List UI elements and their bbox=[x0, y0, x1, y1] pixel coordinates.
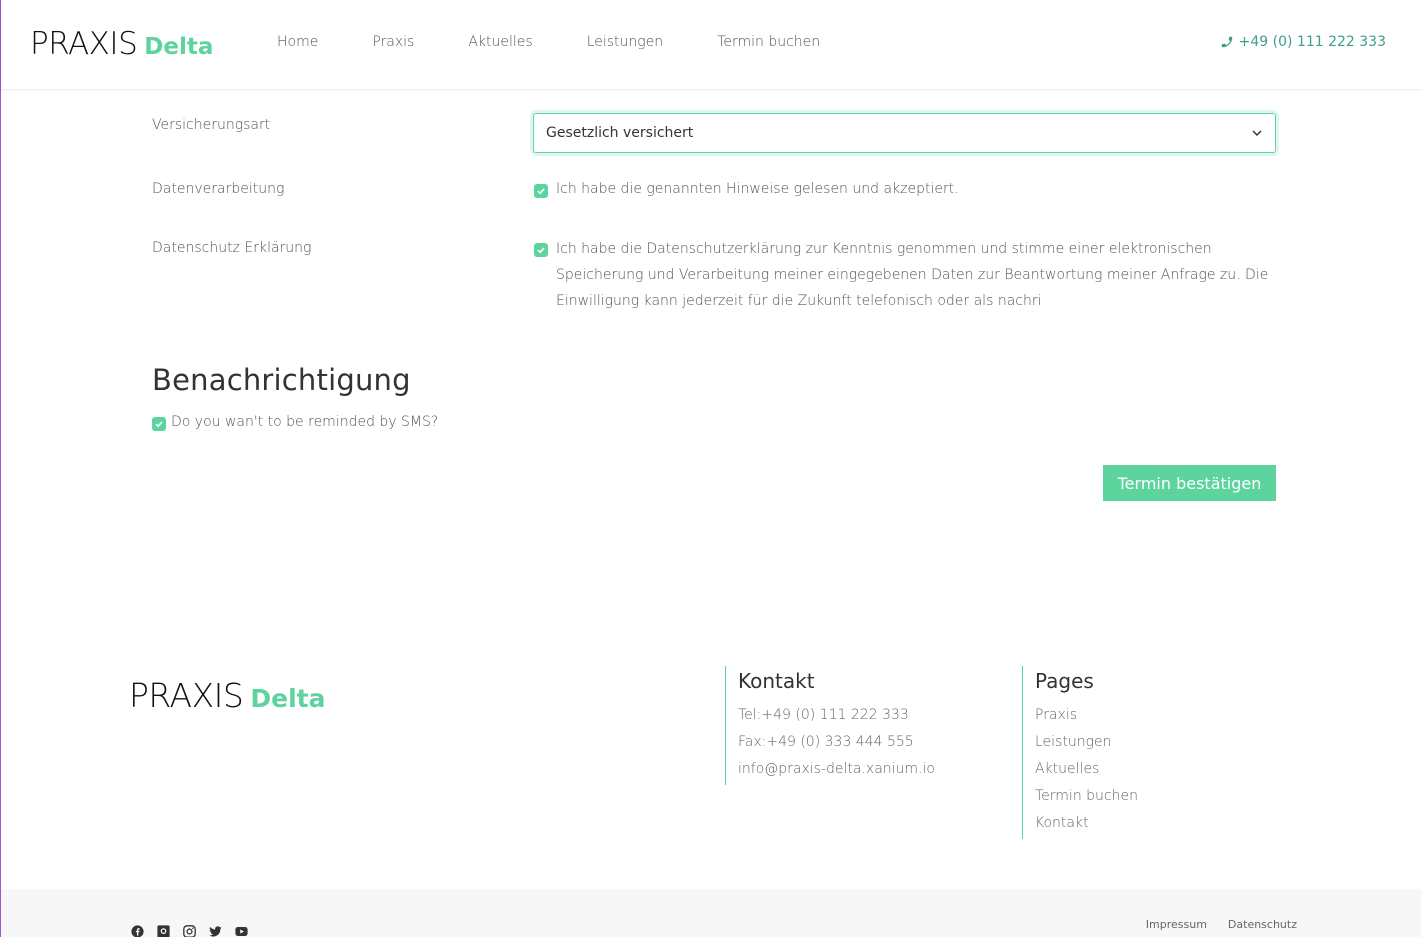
termin-bestaetigen-button[interactable]: Termin bestätigen bbox=[1103, 465, 1276, 501]
kontakt-heading: Kontakt bbox=[738, 669, 815, 693]
footer-logo[interactable]: PRAXIS Delta bbox=[129, 676, 325, 715]
footer-link-aktuelles[interactable]: Aktuelles bbox=[1035, 759, 1138, 786]
instagram-icon[interactable] bbox=[183, 925, 196, 937]
youtube-icon[interactable] bbox=[235, 925, 248, 937]
benachrichtigung-heading: Benachrichtigung bbox=[152, 363, 411, 397]
datenschutz-link[interactable]: Datenschutz bbox=[1228, 918, 1297, 931]
datenschutz-checkbox[interactable] bbox=[534, 243, 548, 257]
pages-heading: Pages bbox=[1035, 669, 1094, 693]
footer-kontakt-column: Kontakt Tel:+49 (0) 111 222 333 Fax:+49 … bbox=[725, 666, 935, 785]
phone-icon bbox=[1221, 36, 1232, 48]
legal-links: Impressum Datenschutz bbox=[1146, 918, 1297, 931]
datenverarbeitung-checkbox-row[interactable]: Ich habe die genannten Hinweise gelesen … bbox=[534, 181, 959, 198]
footer-pages-column: Pages Praxis Leistungen Aktuelles Termin… bbox=[1022, 666, 1138, 839]
chevron-down-icon bbox=[1252, 130, 1262, 137]
main-nav: Home Praxis Aktuelles Leistungen Termin … bbox=[277, 34, 874, 50]
sms-label: Do you wan't to be reminded by SMS? bbox=[171, 414, 439, 430]
nav-termin-buchen[interactable]: Termin buchen bbox=[717, 34, 820, 50]
logo-word-praxis: PRAXIS bbox=[30, 26, 138, 62]
footer-link-praxis[interactable]: Praxis bbox=[1035, 705, 1138, 732]
datenverarbeitung-checkbox[interactable] bbox=[534, 184, 548, 198]
nav-home[interactable]: Home bbox=[277, 34, 318, 50]
impressum-link[interactable]: Impressum bbox=[1146, 918, 1207, 931]
datenschutz-checkbox-row[interactable]: Ich habe die Datenschutzerklärung zur Ke… bbox=[534, 236, 1276, 314]
footer-link-termin-buchen[interactable]: Termin buchen bbox=[1035, 786, 1138, 813]
kontakt-fax: Fax:+49 (0) 333 444 555 bbox=[738, 734, 914, 750]
versicherungsart-value: Gesetzlich versichert bbox=[546, 125, 694, 141]
check-icon bbox=[537, 188, 545, 195]
check-icon bbox=[155, 421, 163, 428]
site-logo[interactable]: PRAXIS Delta bbox=[30, 26, 213, 62]
footer-logo-word-praxis: PRAXIS bbox=[129, 676, 244, 715]
versicherungsart-label: Versicherungsart bbox=[152, 117, 271, 133]
nav-leistungen[interactable]: Leistungen bbox=[587, 34, 663, 50]
footer-link-kontakt[interactable]: Kontakt bbox=[1035, 813, 1138, 840]
phone-number: +49 (0) 111 222 333 bbox=[1238, 34, 1386, 50]
footer-bottom-bar: Impressum Datenschutz bbox=[1, 889, 1421, 937]
facebook-icon[interactable] bbox=[131, 925, 144, 937]
social-links bbox=[131, 925, 248, 937]
datenschutz-label: Datenschutz Erklärung bbox=[152, 240, 312, 256]
datenverarbeitung-text: Ich habe die genannten Hinweise gelesen … bbox=[556, 181, 959, 197]
sms-checkbox[interactable] bbox=[152, 417, 166, 431]
nav-praxis[interactable]: Praxis bbox=[372, 34, 414, 50]
site-header: PRAXIS Delta Home Praxis Aktuelles Leist… bbox=[1, 0, 1421, 90]
github-icon[interactable] bbox=[157, 925, 170, 937]
nav-aktuelles[interactable]: Aktuelles bbox=[468, 34, 532, 50]
datenschutz-text: Ich habe die Datenschutzerklärung zur Ke… bbox=[556, 241, 1269, 309]
versicherungsart-select[interactable]: Gesetzlich versichert bbox=[533, 113, 1276, 153]
sms-checkbox-row[interactable]: Do you wan't to be reminded by SMS? bbox=[152, 414, 438, 431]
check-icon bbox=[537, 247, 545, 254]
twitter-icon[interactable] bbox=[209, 925, 222, 937]
footer-link-leistungen[interactable]: Leistungen bbox=[1035, 732, 1138, 759]
header-phone[interactable]: +49 (0) 111 222 333 bbox=[1220, 34, 1386, 50]
kontakt-email[interactable]: info@praxis-delta.xanium.io bbox=[738, 759, 935, 786]
logo-word-delta: Delta bbox=[144, 34, 214, 60]
footer-logo-word-delta: Delta bbox=[250, 684, 326, 713]
datenverarbeitung-label: Datenverarbeitung bbox=[152, 181, 285, 197]
kontakt-tel[interactable]: Tel:+49 (0) 111 222 333 bbox=[738, 705, 935, 732]
